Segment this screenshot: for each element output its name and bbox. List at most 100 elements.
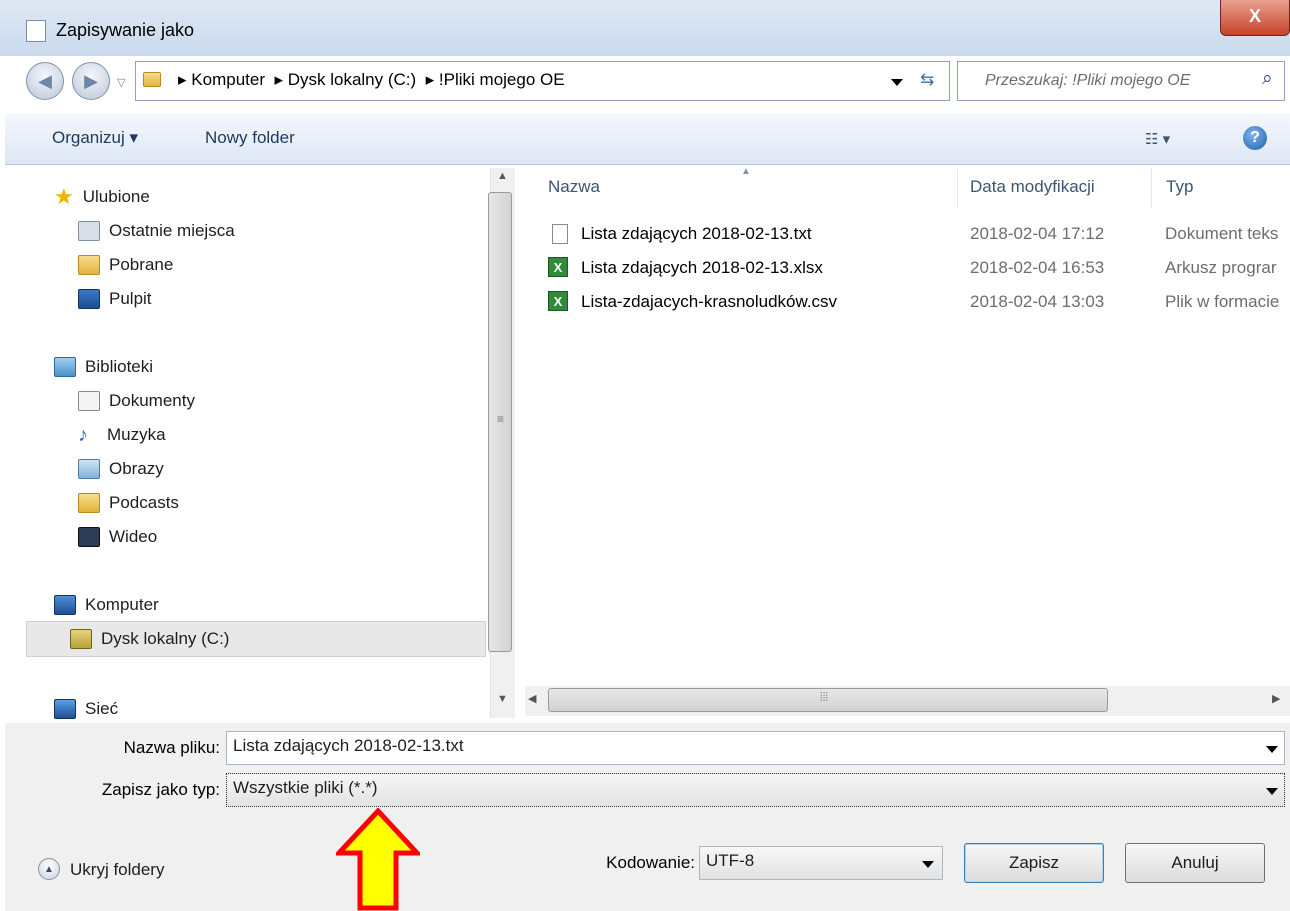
nav-item-label: Muzyka (107, 425, 166, 444)
nav-network-label: Sieć (85, 699, 119, 718)
file-date: 2018-02-04 16:53 (970, 258, 1105, 277)
file-type: Arkusz prograr (1165, 258, 1277, 277)
breadcrumb-separator-icon[interactable]: ▸ (270, 70, 283, 89)
nav-network[interactable]: Sieć (54, 694, 118, 724)
pictures-icon (78, 459, 100, 479)
highlight-arrow-icon (336, 808, 420, 911)
file-name: Lista zdających 2018-02-13.xlsx (581, 258, 823, 277)
file-type: Plik w formacie (1165, 292, 1280, 311)
search-icon[interactable]: ⌕ (1262, 68, 1273, 90)
drive-icon (70, 629, 92, 649)
file-row[interactable]: Lista zdających 2018-02-13.txt 2018-02-0… (548, 222, 1290, 250)
nav-item-desktop[interactable]: Pulpit (78, 284, 152, 314)
recent-places-icon (78, 221, 100, 241)
file-date: 2018-02-04 17:12 (970, 224, 1105, 243)
cancel-button[interactable]: Anuluj (1125, 843, 1265, 883)
search-input[interactable]: Przeszukaj: !Pliki mojego OE (985, 72, 1190, 90)
nav-libraries[interactable]: Biblioteki (54, 352, 153, 382)
encoding-label: Kodowanie: (606, 853, 695, 872)
window-title: Zapisywanie jako (56, 20, 195, 40)
nav-item-podcasts[interactable]: Podcasts (78, 488, 179, 518)
column-header-date[interactable]: Data modyfikacji (970, 177, 1095, 197)
breadcrumb-folder[interactable]: !Pliki mojego OE (439, 70, 565, 89)
column-divider[interactable] (1151, 168, 1152, 208)
nav-item-downloads[interactable]: Pobrane (78, 250, 173, 280)
hide-folders-button[interactable]: Ukryj foldery (70, 860, 164, 880)
filename-dropdown-icon[interactable] (1266, 746, 1278, 753)
nav-libraries-label: Biblioteki (85, 357, 154, 376)
breadcrumb-separator-icon[interactable]: ▸ (421, 70, 435, 89)
libraries-icon (54, 357, 76, 377)
nav-computer-label: Komputer (85, 595, 159, 614)
encoding-select[interactable]: UTF-8 (699, 846, 943, 880)
downloads-folder-icon (78, 255, 100, 275)
file-row[interactable]: X Lista zdających 2018-02-13.xlsx 2018-0… (548, 256, 1290, 284)
file-type: Dokument teks (1165, 224, 1279, 243)
forward-button[interactable]: ▶ (72, 62, 110, 100)
nav-item-recent[interactable]: Ostatnie miejsca (78, 216, 235, 246)
sort-ascending-icon: ▲ (741, 166, 751, 177)
filetype-dropdown-icon[interactable] (1266, 788, 1278, 795)
back-button[interactable]: ◀ (26, 62, 64, 100)
nav-tree: ★ Ulubione Ostatnie miejsca Pobrane Pulp… (26, 180, 490, 720)
file-date: 2018-02-04 13:03 (970, 292, 1105, 311)
nav-item-music[interactable]: ♪ Muzyka (78, 420, 166, 450)
star-icon: ★ (54, 184, 74, 209)
scroll-left-icon[interactable]: ◀ (528, 692, 536, 705)
nav-favorites[interactable]: ★ Ulubione (54, 182, 150, 212)
network-icon (54, 699, 76, 719)
column-divider[interactable] (957, 168, 958, 208)
desktop-icon (78, 289, 100, 309)
scroll-right-icon[interactable]: ▶ (1272, 692, 1280, 705)
refresh-icon[interactable]: ⇆ (920, 70, 934, 90)
nav-item-label: Dokumenty (109, 391, 195, 410)
nav-item-local-disk[interactable]: Dysk lokalny (C:) (70, 624, 229, 654)
encoding-dropdown-icon[interactable] (922, 861, 934, 868)
nav-item-label: Dysk lokalny (C:) (101, 629, 230, 648)
nav-item-label: Wideo (109, 527, 158, 546)
nav-computer[interactable]: Komputer (54, 590, 159, 620)
scroll-up-icon[interactable]: ▲ (497, 170, 508, 182)
grip-icon: ≡ (497, 412, 505, 426)
filetype-label: Zapisz jako typ: (101, 780, 220, 799)
nav-item-documents[interactable]: Dokumenty (78, 386, 195, 416)
filename-label: Nazwa pliku: (123, 738, 220, 757)
breadcrumb-komputer[interactable]: Komputer (191, 70, 265, 89)
nav-item-label: Pulpit (109, 289, 152, 308)
help-icon[interactable]: ? (1243, 126, 1267, 150)
column-header-name[interactable]: Nazwa (548, 177, 600, 197)
new-folder-button[interactable]: Nowy folder (205, 128, 295, 148)
excel-file-icon: X (548, 257, 568, 277)
filename-input[interactable]: Lista zdających 2018-02-13.txt (226, 731, 1285, 765)
nav-item-label: Pobrane (109, 255, 174, 274)
computer-icon (54, 595, 76, 615)
view-options-icon[interactable]: ☷ ▾ (1145, 130, 1170, 148)
address-dropdown-icon[interactable] (891, 79, 903, 86)
text-file-icon (552, 224, 568, 244)
column-header-type[interactable]: Typ (1166, 177, 1193, 197)
nav-item-label: Obrazy (109, 459, 164, 478)
close-button[interactable]: X (1220, 0, 1290, 36)
nav-item-video[interactable]: Wideo (78, 522, 157, 552)
recent-pages-chevron-icon[interactable]: ▽ (117, 76, 125, 89)
nav-item-pictures[interactable]: Obrazy (78, 454, 164, 484)
breadcrumb-dysk[interactable]: Dysk lokalny (C:) (288, 70, 416, 89)
breadcrumb: ▸ Komputer ▸ Dysk lokalny (C:) ▸ !Pliki … (178, 70, 565, 90)
organize-button[interactable]: Organizuj ▾ (52, 128, 138, 148)
folder-icon (143, 72, 161, 87)
file-name: Lista-zdajacych-krasnoludków.csv (581, 292, 838, 311)
save-button[interactable]: Zapisz (964, 843, 1104, 883)
scroll-down-icon[interactable]: ▼ (497, 693, 508, 705)
nav-favorites-label: Ulubione (82, 187, 150, 206)
breadcrumb-separator-icon[interactable]: ▸ (178, 70, 187, 89)
podcasts-folder-icon (78, 493, 100, 513)
file-name: Lista zdających 2018-02-13.txt (581, 224, 812, 243)
excel-file-icon: X (548, 291, 568, 311)
collapse-icon[interactable]: ▲ (38, 858, 60, 880)
filetype-select[interactable]: Wszystkie pliki (*.*) (226, 773, 1285, 807)
nav-item-label: Podcasts (109, 493, 179, 512)
nav-item-label: Ostatnie miejsca (109, 221, 235, 240)
toolbar (5, 113, 1290, 165)
file-row[interactable]: X Lista-zdajacych-krasnoludków.csv 2018-… (548, 290, 1290, 318)
notepad-icon (26, 20, 46, 42)
